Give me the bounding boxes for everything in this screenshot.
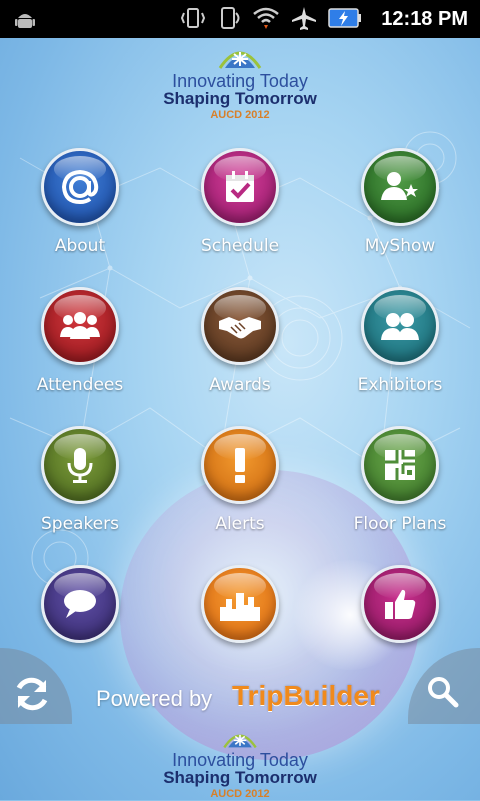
schedule-label: Schedule <box>200 236 280 256</box>
footer-logo: Innovating Today Shaping Tomorrow AUCD 2… <box>0 727 480 801</box>
attendees-button[interactable] <box>41 287 119 365</box>
tile-awards[interactable]: Awards <box>160 287 320 395</box>
android-debug-icon <box>14 8 36 34</box>
header-logo: Innovating Today Shaping Tomorrow AUCD 2… <box>0 42 480 122</box>
handshake-icon <box>219 317 261 339</box>
city-skyline-icon <box>220 593 260 621</box>
footer-bar: Powered by TripBuilder <box>0 648 480 724</box>
exhibitors-label: Exhibitors <box>357 375 443 395</box>
schedule-button[interactable] <box>201 148 279 226</box>
tile-exhibitors[interactable]: Exhibitors <box>320 287 480 395</box>
speakers-button[interactable] <box>41 426 119 504</box>
floor-plans-button[interactable] <box>361 426 439 504</box>
tile-city[interactable] <box>160 565 320 653</box>
refresh-button[interactable] <box>10 672 54 720</box>
rotate-phone-icon <box>216 5 242 35</box>
two-people-icon <box>381 313 419 340</box>
floor-plans-label: Floor Plans <box>353 514 447 534</box>
tile-schedule[interactable]: Schedule <box>160 148 320 256</box>
like-button[interactable] <box>361 565 439 643</box>
group-icon <box>60 312 100 339</box>
tripbuilder-logo: TripBuilder <box>232 680 380 711</box>
exclamation-icon <box>235 448 245 483</box>
battery-charging-icon <box>328 6 362 34</box>
tile-alerts[interactable]: Alerts <box>160 426 320 534</box>
awards-label: Awards <box>209 375 271 395</box>
user-star-icon <box>381 172 418 200</box>
myshow-button[interactable] <box>361 148 439 226</box>
search-icon <box>428 677 459 708</box>
alerts-button[interactable] <box>201 426 279 504</box>
speech-bubble-icon <box>64 590 96 618</box>
tile-speakers[interactable]: Speakers <box>0 426 160 534</box>
calendar-icon <box>226 171 254 202</box>
tile-about[interactable]: About <box>0 148 160 256</box>
tile-like[interactable] <box>320 565 480 653</box>
microphone-icon <box>67 448 93 483</box>
footer-line1: Innovating Today <box>172 750 308 770</box>
tile-myshow[interactable]: MyShow <box>320 148 480 256</box>
clock: 12:18 PM <box>381 8 468 30</box>
messages-button[interactable] <box>41 565 119 643</box>
floor-plan-icon <box>385 450 415 480</box>
powered-by-text: Powered by <box>96 686 213 711</box>
myshow-label: MyShow <box>364 236 436 256</box>
header-line1: Innovating Today <box>172 71 308 91</box>
wifi-icon <box>252 5 280 35</box>
header-line3: AUCD 2012 <box>210 109 270 121</box>
speakers-label: Speakers <box>40 514 119 534</box>
status-bar: 12:18 PM <box>0 0 480 38</box>
awards-button[interactable] <box>201 287 279 365</box>
city-button[interactable] <box>201 565 279 643</box>
about-button[interactable] <box>41 148 119 226</box>
exhibitors-button[interactable] <box>361 287 439 365</box>
attendees-label: Attendees <box>36 375 124 395</box>
at-sign-icon <box>61 169 99 205</box>
refresh-icon <box>16 677 48 711</box>
sun-logo-icon <box>223 734 257 749</box>
search-button[interactable] <box>424 674 460 714</box>
tile-floor-plans[interactable]: Floor Plans <box>320 426 480 534</box>
sun-logo-icon <box>218 51 262 69</box>
tile-messages[interactable] <box>0 565 160 653</box>
about-label: About <box>54 236 106 256</box>
airplane-mode-icon <box>290 5 318 35</box>
alerts-label: Alerts <box>215 514 265 534</box>
footer-line2: Shaping Tomorrow <box>163 768 317 787</box>
thumbs-up-icon <box>385 589 416 619</box>
vibrate-icon <box>180 5 206 35</box>
tile-attendees[interactable]: Attendees <box>0 287 160 395</box>
header-line2: Shaping Tomorrow <box>163 89 317 108</box>
footer-line3: AUCD 2012 <box>210 788 270 800</box>
